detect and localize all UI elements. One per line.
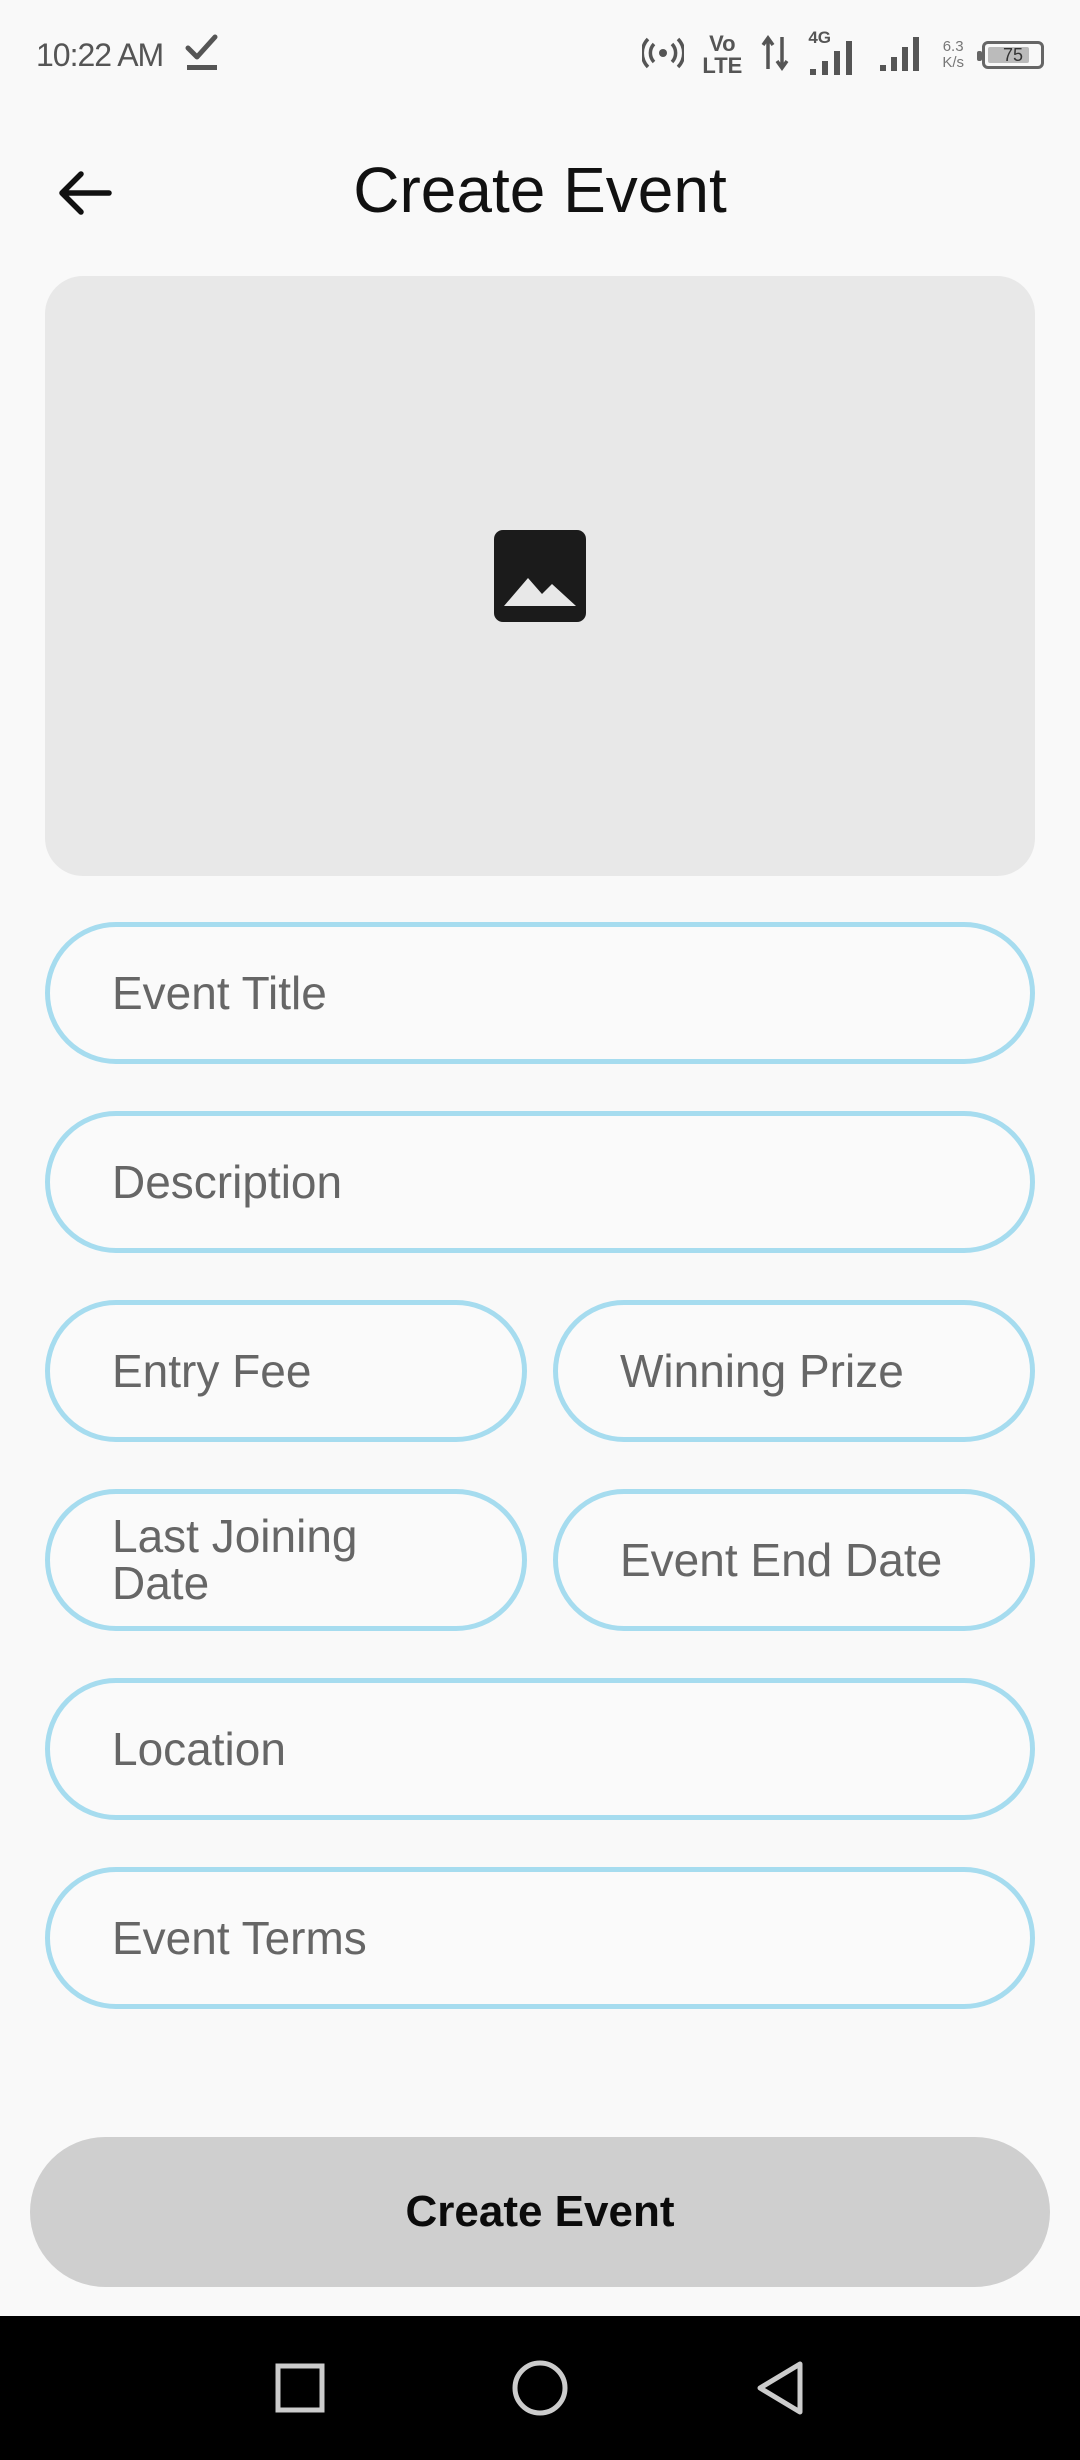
recents-button[interactable] — [260, 2348, 340, 2428]
battery-icon: 75 — [977, 41, 1044, 69]
recents-square-icon — [275, 2363, 325, 2413]
event-end-date-field[interactable]: Event End Date — [553, 1489, 1035, 1631]
entry-fee-field[interactable]: Entry Fee — [45, 1300, 527, 1442]
volte-lte: LTE — [702, 53, 743, 78]
create-event-screen: 10:22 AM Vo LTE 4G 6.3 K/s 75 Create Eve… — [0, 0, 1080, 2460]
last-joining-date-field[interactable]: Last Joining Date — [45, 1489, 527, 1631]
network-speed: 6.3 K/s — [942, 37, 964, 72]
description-field[interactable]: Description — [45, 1111, 1035, 1253]
check-icon — [185, 34, 219, 77]
winning-prize-field[interactable]: Winning Prize — [553, 1300, 1035, 1442]
status-right: Vo LTE 4G 6.3 K/s 75 — [640, 29, 1044, 78]
status-bar: 10:22 AM Vo LTE 4G 6.3 K/s 75 — [0, 0, 1080, 110]
status-time: 10:22 AM — [36, 36, 164, 73]
create-event-button[interactable]: Create Event — [30, 2137, 1050, 2287]
page-title: Create Event — [353, 154, 727, 226]
signal-icon — [810, 41, 853, 75]
status-left: 10:22 AM — [36, 34, 219, 77]
volte-vo: Vo — [709, 31, 736, 56]
winning-prize-placeholder: Winning Prize — [620, 1344, 904, 1397]
home-button[interactable] — [500, 2348, 580, 2428]
app-bar: Create Event — [0, 130, 1080, 250]
signal-icon-2 — [878, 33, 924, 78]
hotspot-icon — [640, 36, 686, 75]
system-nav-bar — [0, 2316, 1080, 2460]
speed-value: 6.3 — [942, 37, 964, 55]
event-terms-placeholder: Event Terms — [112, 1911, 367, 1964]
data-arrows-icon — [760, 33, 790, 78]
event-title-field[interactable]: Event Title — [45, 922, 1035, 1064]
signal-group-1: 4G — [808, 29, 860, 77]
event-end-date-placeholder: Event End Date — [620, 1533, 943, 1586]
home-circle-icon — [512, 2360, 568, 2416]
event-terms-field[interactable]: Event Terms — [45, 1867, 1035, 2009]
location-placeholder: Location — [112, 1722, 286, 1775]
back-button[interactable] — [50, 158, 120, 228]
description-placeholder: Description — [112, 1155, 343, 1208]
entry-fee-placeholder: Entry Fee — [112, 1344, 312, 1397]
system-back-button[interactable] — [740, 2348, 820, 2428]
event-image-picker[interactable] — [45, 276, 1035, 876]
battery-level: 75 — [1002, 44, 1024, 65]
image-icon — [494, 530, 586, 622]
last-joining-date-placeholder: Last Joining Date — [112, 1510, 358, 1609]
location-field[interactable]: Location — [45, 1678, 1035, 1820]
back-triangle-icon — [757, 2361, 803, 2415]
event-title-placeholder: Event Title — [112, 966, 327, 1019]
volte-indicator: Vo LTE — [702, 33, 742, 77]
arrow-left-icon — [59, 171, 112, 215]
speed-unit: K/s — [942, 54, 964, 71]
